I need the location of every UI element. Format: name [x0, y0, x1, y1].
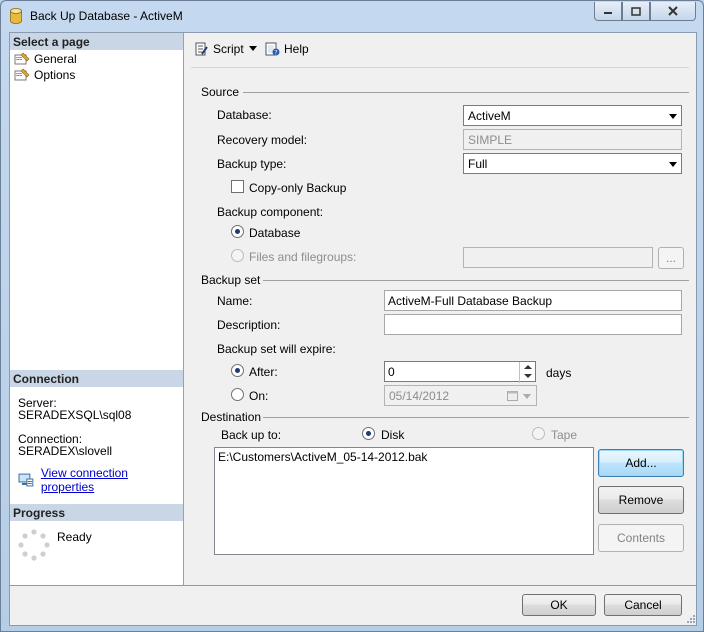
expire-date-value: 05/14/2012 — [389, 389, 450, 403]
window-title: Back Up Database - ActiveM — [30, 9, 183, 23]
page-item-label: General — [34, 51, 77, 66]
component-files-radio[interactable] — [231, 249, 244, 262]
progress-status: Ready — [57, 530, 92, 544]
resize-grip-icon[interactable] — [686, 614, 696, 624]
minimize-icon — [604, 12, 612, 14]
page-item-options[interactable]: Options — [14, 67, 75, 82]
filegroups-field — [463, 247, 653, 268]
filegroups-browse-button[interactable]: ... — [658, 247, 684, 269]
connection-header: Connection — [10, 370, 183, 387]
copy-only-label: Copy-only Backup — [249, 181, 347, 195]
title-bar[interactable]: Back Up Database - ActiveM — [1, 1, 703, 31]
script-dropdown-chevron-down-icon[interactable] — [249, 46, 257, 51]
disk-radio[interactable] — [362, 427, 375, 440]
select-page-header: Select a page — [10, 33, 183, 50]
svg-text:?: ? — [274, 49, 277, 56]
restore-icon — [631, 6, 641, 16]
progress-spinner-icon — [18, 529, 50, 561]
contents-button[interactable]: Contents — [598, 524, 684, 552]
help-icon: ? — [265, 42, 280, 56]
description-label: Description: — [217, 318, 281, 332]
toolbar-separator — [191, 67, 689, 68]
source-group-title: Source — [201, 85, 240, 99]
backup-component-label: Backup component: — [217, 205, 324, 219]
script-button[interactable]: Script — [193, 41, 244, 57]
recovery-model-field: SIMPLE — [463, 129, 682, 150]
database-select[interactable]: ActiveM — [463, 105, 682, 126]
script-icon — [195, 42, 208, 56]
destination-divider — [263, 417, 689, 418]
view-connection-properties-link[interactable]: View connection properties — [41, 466, 183, 494]
view-connection-properties[interactable]: View connection properties — [18, 466, 183, 494]
ok-button[interactable]: OK — [522, 594, 596, 616]
page-icon — [14, 52, 30, 65]
backup-set-group-title: Backup set — [201, 273, 261, 287]
page-icon — [14, 68, 30, 81]
component-database-label: Database — [249, 226, 301, 240]
backup-name-input[interactable]: ActiveM-Full Database Backup — [384, 290, 682, 311]
expire-days-value: 0 — [388, 365, 395, 379]
database-icon — [10, 8, 22, 24]
days-label: days — [546, 366, 572, 380]
list-item[interactable]: E:\Customers\ActiveM_05-14-2012.bak — [218, 450, 590, 464]
recovery-model-label: Recovery model: — [217, 133, 308, 147]
expire-days-input[interactable]: 0 — [384, 361, 536, 383]
description-input[interactable] — [384, 314, 682, 335]
expire-date-picker[interactable]: 05/14/2012 — [384, 385, 537, 406]
expire-on-label: On: — [249, 389, 269, 403]
server-value: SERADEXSQL\sql08 — [18, 408, 132, 422]
close-icon — [668, 6, 678, 16]
chevron-down-icon — [523, 394, 531, 399]
name-label: Name: — [217, 294, 253, 308]
expire-after-radio[interactable] — [231, 364, 244, 377]
backup-name-value: ActiveM-Full Database Backup — [388, 294, 553, 308]
help-label: Help — [284, 42, 309, 56]
calendar-icon — [507, 391, 518, 401]
progress-header: Progress — [10, 504, 183, 521]
backup-type-label: Backup type: — [217, 157, 287, 171]
component-files-label: Files and filegroups: — [249, 250, 357, 264]
spinner-up-icon[interactable] — [524, 364, 532, 370]
remove-destination-button[interactable]: Remove — [598, 486, 684, 514]
recovery-model-value: SIMPLE — [468, 133, 513, 147]
connection-properties-icon — [18, 473, 34, 487]
left-pane: Select a page General Options Connection — [10, 33, 184, 585]
backup-database-window: Back Up Database - ActiveM Select a page… — [0, 0, 704, 632]
maximize-button[interactable] — [622, 2, 650, 21]
script-label: Script — [213, 42, 244, 56]
dialog-body: Select a page General Options Connection — [9, 32, 697, 586]
backup-type-select[interactable]: Full — [463, 153, 682, 174]
tape-radio[interactable] — [532, 427, 545, 440]
database-value: ActiveM — [468, 109, 511, 123]
help-button[interactable]: ? Help — [264, 41, 309, 57]
destination-group-title: Destination — [201, 410, 262, 424]
page-item-label: Options — [34, 67, 76, 82]
back-up-to-label: Back up to: — [221, 428, 282, 442]
backup-set-divider — [263, 280, 689, 281]
source-divider — [243, 92, 689, 93]
component-database-radio[interactable] — [231, 225, 244, 238]
chevron-down-icon — [669, 114, 677, 119]
tape-label: Tape — [551, 428, 578, 442]
database-label: Database: — [217, 108, 272, 122]
backup-type-value: Full — [468, 157, 488, 171]
page-item-general[interactable]: General — [14, 51, 77, 66]
spinner-down-icon[interactable] — [524, 373, 532, 379]
connection-value: SERADEX\slovell — [18, 444, 113, 458]
add-destination-button[interactable]: Add... — [598, 449, 684, 477]
chevron-down-icon — [669, 162, 677, 167]
close-window-button[interactable] — [650, 2, 696, 21]
expire-label: Backup set will expire: — [217, 342, 336, 356]
expire-on-radio[interactable] — [231, 388, 244, 401]
dialog-footer: OK Cancel — [9, 586, 697, 626]
minimize-button[interactable] — [594, 2, 622, 21]
destination-list[interactable]: E:\Customers\ActiveM_05-14-2012.bak — [214, 447, 594, 555]
general-page: Script ? Help Source Database: ActiveM R… — [185, 33, 696, 585]
copy-only-checkbox[interactable] — [231, 180, 244, 193]
days-spinner[interactable] — [519, 362, 535, 383]
cancel-button[interactable]: Cancel — [604, 594, 682, 616]
disk-label: Disk — [381, 428, 405, 442]
expire-after-label: After: — [249, 365, 278, 379]
